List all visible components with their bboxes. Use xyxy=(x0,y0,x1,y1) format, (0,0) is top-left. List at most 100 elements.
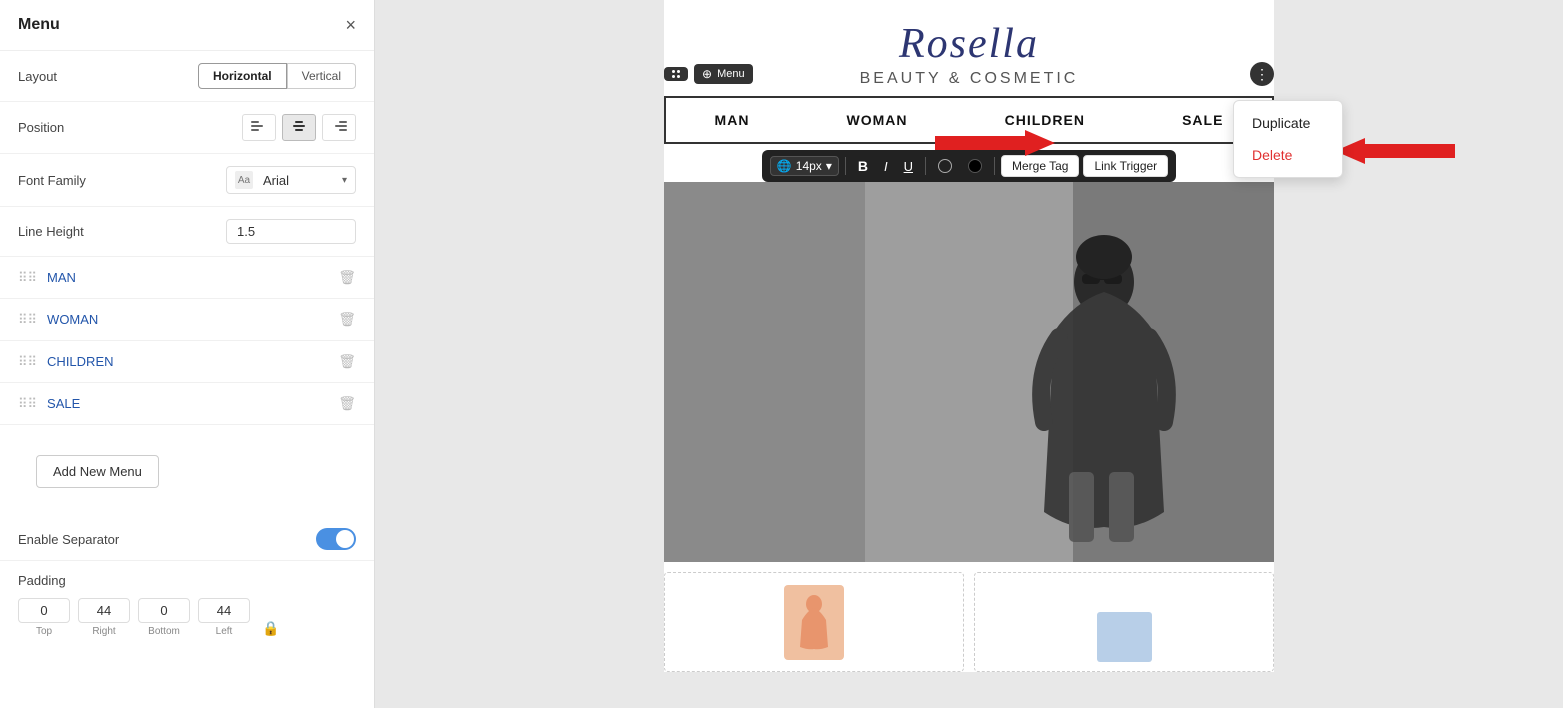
bold-button[interactable]: B xyxy=(852,155,874,177)
left-arrow-container xyxy=(935,128,1055,163)
layout-vertical-btn[interactable]: Vertical xyxy=(287,63,356,89)
divider-2 xyxy=(925,157,926,175)
font-icon: Aa xyxy=(235,171,253,189)
font-family-row: Font Family Aa Arial ▾ xyxy=(0,154,374,207)
card-2-image xyxy=(1089,582,1159,662)
lock-icon[interactable]: 🔒 xyxy=(262,620,279,637)
right-red-arrow xyxy=(1335,136,1455,166)
position-row: Position xyxy=(0,102,374,154)
add-menu-button[interactable]: Add New Menu xyxy=(36,455,159,488)
card-2 xyxy=(974,572,1274,672)
padding-top-label: Top xyxy=(36,626,52,637)
add-menu-section: Add New Menu xyxy=(0,425,374,518)
layout-row: Layout Horizontal Vertical xyxy=(0,51,374,102)
position-right-btn[interactable] xyxy=(322,114,356,141)
card-2-block xyxy=(1097,612,1152,662)
menu-item-left-children: ⠿⠿ CHILDREN xyxy=(18,354,114,370)
padding-right-label: Right xyxy=(92,626,115,637)
padding-top-input[interactable] xyxy=(18,598,70,623)
padding-inputs: Top Right Bottom Left 🔒 xyxy=(18,598,356,637)
position-label: Position xyxy=(18,120,64,135)
menu-item-label-children: CHILDREN xyxy=(47,354,113,369)
drag-handle-sale[interactable]: ⠿⠿ xyxy=(18,396,37,412)
padding-left-input[interactable] xyxy=(198,598,250,623)
layout-buttons: Horizontal Vertical xyxy=(198,63,356,89)
padding-top-group: Top xyxy=(18,598,70,637)
layout-horizontal-btn[interactable]: Horizontal xyxy=(198,63,287,89)
more-options-button[interactable]: ⋮ xyxy=(1250,62,1274,86)
font-name-value: Arial xyxy=(263,173,336,188)
italic-button[interactable]: I xyxy=(878,156,894,177)
drag-handle-man[interactable]: ⠿⠿ xyxy=(18,270,37,286)
hero-panel-left xyxy=(664,182,865,562)
globe-icon: 🌐 xyxy=(777,159,792,173)
padding-right-group: Right xyxy=(78,598,130,637)
delete-children-button[interactable]: 🗑 xyxy=(338,353,356,370)
menu-item-label-man: MAN xyxy=(47,270,76,285)
separator-label: Enable Separator xyxy=(18,532,119,547)
divider-1 xyxy=(845,157,846,175)
position-left-btn[interactable] xyxy=(242,114,276,141)
delete-woman-button[interactable]: 🗑 xyxy=(338,311,356,328)
right-arrow-container xyxy=(1335,136,1455,171)
panel-header: Menu × xyxy=(0,0,374,51)
font-size-value: 14px xyxy=(796,159,822,173)
separator-row: Enable Separator xyxy=(0,518,374,561)
nav-item-sale[interactable]: SALE xyxy=(1162,108,1243,132)
bottom-cards xyxy=(664,562,1274,672)
drag-handle-children[interactable]: ⠿⠿ xyxy=(18,354,37,370)
font-family-label: Font Family xyxy=(18,173,86,188)
underline-button[interactable]: U xyxy=(898,156,919,177)
menu-item-row-woman: ⠿⠿ WOMAN 🗑 xyxy=(0,299,374,341)
menu-badge-label: Menu xyxy=(717,68,745,80)
line-height-label: Line Height xyxy=(18,224,84,239)
store-logo: Rosella xyxy=(664,20,1274,68)
separator-toggle[interactable] xyxy=(316,528,356,550)
nav-item-man[interactable]: MAN xyxy=(695,108,770,132)
nav-item-woman[interactable]: WOMAN xyxy=(827,108,928,132)
menu-item-row-man: ⠿⠿ MAN 🗑 xyxy=(0,257,374,299)
layout-label: Layout xyxy=(18,69,57,84)
delete-man-button[interactable]: 🗑 xyxy=(338,269,356,286)
drag-handle-woman[interactable]: ⠿⠿ xyxy=(18,312,37,328)
main-area: Rosella Beauty & Cosmetic ⊕ Menu ⋮ xyxy=(375,0,1563,708)
duplicate-menu-item[interactable]: Duplicate xyxy=(1234,107,1342,139)
padding-bottom-input[interactable] xyxy=(138,598,190,623)
delete-sale-button[interactable]: 🗑 xyxy=(338,395,356,412)
card-1-image xyxy=(784,585,844,660)
padding-bottom-label: Bottom xyxy=(148,626,180,637)
menu-dots-badge xyxy=(664,67,688,81)
line-height-input[interactable] xyxy=(226,219,356,244)
left-panel: Menu × Layout Horizontal Vertical Positi… xyxy=(0,0,375,708)
padding-label: Padding xyxy=(18,573,356,588)
person-silhouette xyxy=(994,192,1214,552)
menu-item-row-children: ⠿⠿ CHILDREN 🗑 xyxy=(0,341,374,383)
context-menu: Duplicate Delete xyxy=(1233,100,1343,178)
font-size-selector[interactable]: 🌐 14px ▾ xyxy=(770,156,839,176)
padding-left-label: Left xyxy=(216,626,233,637)
grid-icon xyxy=(672,70,680,78)
line-height-row: Line Height xyxy=(0,207,374,257)
link-trigger-button[interactable]: Link Trigger xyxy=(1083,155,1168,177)
menu-item-left-woman: ⠿⠿ WOMAN xyxy=(18,312,98,328)
menu-label-badge[interactable]: ⊕ Menu xyxy=(694,64,753,84)
padding-right-input[interactable] xyxy=(78,598,130,623)
position-buttons xyxy=(242,114,356,141)
menu-bar-controls: ⊕ Menu xyxy=(664,64,753,84)
close-button[interactable]: × xyxy=(345,16,356,34)
padding-bottom-group: Bottom xyxy=(138,598,190,637)
menu-item-label-woman: WOMAN xyxy=(47,312,98,327)
card-1-figure xyxy=(794,592,834,652)
delete-menu-item[interactable]: Delete xyxy=(1234,139,1342,171)
chevron-down-icon: ▾ xyxy=(342,175,347,186)
panel-title: Menu xyxy=(18,16,60,34)
position-center-btn[interactable] xyxy=(282,114,316,141)
menu-item-label-sale: SALE xyxy=(47,396,80,411)
menu-item-left-man: ⠿⠿ MAN xyxy=(18,270,76,286)
padding-row: Padding Top Right Bottom Left 🔒 xyxy=(0,561,374,649)
canvas-container: Rosella Beauty & Cosmetic ⊕ Menu ⋮ xyxy=(664,0,1274,672)
font-family-select[interactable]: Aa Arial ▾ xyxy=(226,166,356,194)
card-1 xyxy=(664,572,964,672)
hero-image xyxy=(664,182,1274,562)
menu-item-left-sale: ⠿⠿ SALE xyxy=(18,396,80,412)
